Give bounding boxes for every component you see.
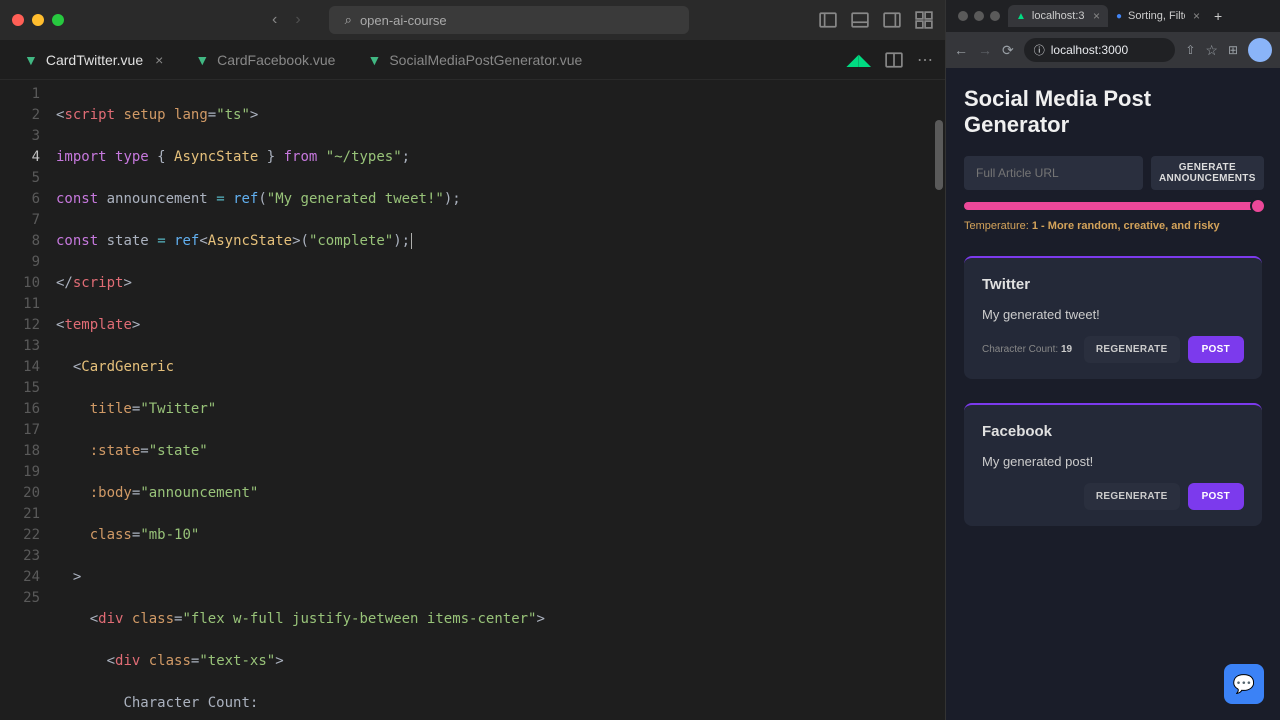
tab-social-media-gen[interactable]: ▼ SocialMediaPostGenerator.vue bbox=[351, 44, 598, 76]
slider-track bbox=[964, 202, 1262, 210]
card-title: Facebook bbox=[982, 423, 1244, 440]
more-icon[interactable]: ⋯ bbox=[917, 50, 933, 70]
bookmark-icon[interactable]: ☆ bbox=[1205, 42, 1218, 59]
scrollbar-thumb[interactable] bbox=[935, 120, 943, 190]
nuxt-icon[interactable]: ◢◣ bbox=[846, 50, 871, 70]
vue-icon: ▼ bbox=[367, 52, 381, 68]
maximize-icon[interactable] bbox=[52, 14, 64, 26]
post-button[interactable]: POST bbox=[1188, 483, 1244, 510]
minimize-icon[interactable] bbox=[974, 11, 984, 21]
generate-button[interactable]: GENERATE ANNOUNCEMENTS bbox=[1151, 156, 1264, 190]
browser-traffic-lights bbox=[950, 11, 1008, 21]
temperature-slider[interactable] bbox=[964, 202, 1262, 210]
tab-label: CardTwitter.vue bbox=[46, 52, 143, 68]
back-icon[interactable]: ← bbox=[954, 42, 968, 58]
minimize-icon[interactable] bbox=[32, 14, 44, 26]
grid-icon[interactable] bbox=[915, 11, 933, 29]
app-content: Social Media Post Generator GENERATE ANN… bbox=[946, 68, 1280, 720]
split-editor-icon[interactable] bbox=[885, 51, 903, 69]
back-icon[interactable]: ‹ bbox=[272, 11, 277, 29]
close-icon[interactable] bbox=[12, 14, 24, 26]
tab-label: SocialMediaPostGenerator.vue bbox=[389, 52, 582, 68]
code-editor[interactable]: 1 2 3 4 5 6 7 8 9 10 11 12 13 14 15 16 1… bbox=[0, 80, 945, 720]
forward-icon[interactable]: → bbox=[978, 42, 992, 58]
reload-icon[interactable]: ⟳ bbox=[1002, 42, 1014, 59]
avatar[interactable] bbox=[1248, 38, 1272, 62]
share-icon[interactable]: ⇧ bbox=[1185, 43, 1195, 57]
tab-card-facebook[interactable]: ▼ CardFacebook.vue bbox=[179, 44, 351, 76]
browser-toolbar: ← → ⟳ ⓘ localhost:3000 ⇧ ☆ ⊞ bbox=[946, 32, 1280, 68]
favicon-icon: ● bbox=[1116, 11, 1122, 22]
search-icon: ⌕ bbox=[345, 12, 352, 28]
editor-tabs: ▼ CardTwitter.vue × ▼ CardFacebook.vue ▼… bbox=[0, 40, 945, 80]
close-icon[interactable]: × bbox=[1093, 9, 1100, 23]
vue-icon: ▼ bbox=[195, 52, 209, 68]
facebook-card: Facebook My generated post! REGENERATE P… bbox=[964, 403, 1262, 526]
url-text: localhost:3000 bbox=[1051, 43, 1128, 57]
twitter-card: Twitter My generated tweet! Character Co… bbox=[964, 256, 1262, 379]
tab-label: CardFacebook.vue bbox=[217, 52, 335, 68]
sidebar-right-icon[interactable] bbox=[883, 11, 901, 29]
tab-card-twitter[interactable]: ▼ CardTwitter.vue × bbox=[8, 44, 179, 76]
browser-tab-localhost[interactable]: ▲ localhost:300 × bbox=[1008, 5, 1108, 27]
text-cursor bbox=[411, 233, 412, 249]
new-tab-button[interactable]: + bbox=[1208, 6, 1228, 26]
info-icon: ⓘ bbox=[1034, 42, 1045, 58]
chat-widget-icon[interactable]: 💬 bbox=[1224, 664, 1264, 704]
line-gutter: 1 2 3 4 5 6 7 8 9 10 11 12 13 14 15 16 1… bbox=[0, 80, 56, 720]
regenerate-button[interactable]: REGENERATE bbox=[1084, 336, 1180, 363]
browser-right-icons: ⇧ ☆ ⊞ bbox=[1185, 38, 1272, 62]
nuxt-favicon-icon: ▲ bbox=[1016, 11, 1026, 22]
code-content[interactable]: <script setup lang="ts"> import type { A… bbox=[56, 80, 945, 720]
card-body: My generated tweet! bbox=[982, 307, 1244, 322]
scrollbar[interactable] bbox=[933, 80, 945, 720]
browser-panel: ▲ localhost:300 × ● Sorting, Filte × + ←… bbox=[945, 0, 1280, 720]
card-body: My generated post! bbox=[982, 454, 1244, 469]
card-title: Twitter bbox=[982, 276, 1244, 293]
vue-icon: ▼ bbox=[24, 52, 38, 68]
url-input-row: GENERATE ANNOUNCEMENTS bbox=[964, 156, 1262, 190]
tab-label: Sorting, Filte bbox=[1128, 10, 1185, 22]
mac-url-text: open-ai-course bbox=[360, 13, 447, 28]
extensions-icon[interactable]: ⊞ bbox=[1228, 43, 1238, 57]
mac-titlebar: ‹ › ⌕ open-ai-course bbox=[0, 0, 945, 40]
forward-icon[interactable]: › bbox=[295, 11, 300, 29]
editor-panel: ‹ › ⌕ open-ai-course ▼ CardTwitter.vue ×… bbox=[0, 0, 945, 720]
character-count: Character Count: 19 bbox=[982, 344, 1072, 355]
mac-url-bar[interactable]: ⌕ open-ai-course bbox=[329, 6, 689, 34]
close-icon[interactable] bbox=[958, 11, 968, 21]
browser-tab-sorting[interactable]: ● Sorting, Filte × bbox=[1108, 5, 1208, 27]
tab-bar-actions: ◢◣ ⋯ bbox=[846, 50, 933, 70]
browser-tab-bar: ▲ localhost:300 × ● Sorting, Filte × + bbox=[946, 0, 1280, 32]
maximize-icon[interactable] bbox=[990, 11, 1000, 21]
regenerate-button[interactable]: REGENERATE bbox=[1084, 483, 1180, 510]
close-icon[interactable]: × bbox=[155, 52, 163, 68]
nav-arrows: ‹ › bbox=[272, 11, 301, 29]
tab-label: localhost:300 bbox=[1032, 10, 1085, 22]
browser-url-input[interactable]: ⓘ localhost:3000 bbox=[1024, 38, 1176, 62]
article-url-input[interactable] bbox=[964, 156, 1143, 190]
post-button[interactable]: POST bbox=[1188, 336, 1244, 363]
panel-bottom-icon[interactable] bbox=[851, 11, 869, 29]
traffic-lights bbox=[12, 14, 64, 26]
slider-thumb[interactable] bbox=[1250, 198, 1266, 214]
temperature-label: Temperature: 1 - More random, creative, … bbox=[964, 220, 1262, 232]
close-icon[interactable]: × bbox=[1193, 9, 1200, 23]
window-layout-icons bbox=[819, 11, 933, 29]
page-title: Social Media Post Generator bbox=[964, 86, 1262, 138]
sidebar-left-icon[interactable] bbox=[819, 11, 837, 29]
